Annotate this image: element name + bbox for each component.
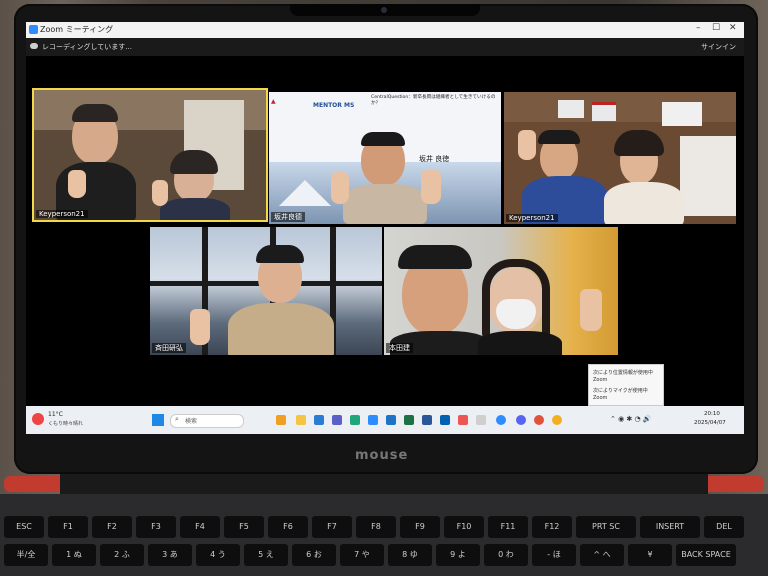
- participant-name: Keyperson21: [506, 214, 558, 222]
- keyboard-key[interactable]: F2: [92, 516, 132, 538]
- keyboard-key[interactable]: 2 ふ: [100, 544, 144, 566]
- zoom-icon[interactable]: [496, 415, 506, 425]
- participant-name: 斉田研弘: [152, 343, 186, 353]
- keyboard-key[interactable]: F12: [532, 516, 572, 538]
- weather-desc: くもり時々晴れ: [48, 421, 84, 427]
- webcam-lens: [381, 7, 387, 13]
- zoom-taskbar-icon[interactable]: [368, 415, 378, 425]
- search-icon: ⌕: [175, 415, 179, 423]
- keyboard-key[interactable]: F8: [356, 516, 396, 538]
- keyboard-key[interactable]: F3: [136, 516, 176, 538]
- keyboard-key[interactable]: F7: [312, 516, 352, 538]
- keyboard-key[interactable]: 7 や: [340, 544, 384, 566]
- keyboard-key[interactable]: 5 え: [244, 544, 288, 566]
- slide-logo-text: MENTOR MS: [313, 102, 355, 109]
- wall-flag: [592, 102, 616, 121]
- video-tile[interactable]: Keyperson21: [504, 92, 736, 224]
- keyboard-key[interactable]: DEL: [704, 516, 744, 538]
- keyboard-key[interactable]: F6: [268, 516, 308, 538]
- clock-date: 2025/04/07: [694, 420, 726, 426]
- weather-temp: 11°C: [48, 411, 63, 418]
- laptop-hinge: [60, 474, 708, 496]
- zoom-title-bar: Zoom ミーティング – ☐ ✕: [26, 22, 744, 38]
- video-tile[interactable]: Keyperson21: [32, 88, 268, 222]
- chrome-icon[interactable]: [552, 415, 562, 425]
- app-icon[interactable]: [534, 415, 544, 425]
- keyboard-key[interactable]: PRT SC: [576, 516, 636, 538]
- participant-name: 本田建: [386, 343, 413, 353]
- keyboard-key[interactable]: 9 よ: [436, 544, 480, 566]
- clock-time: 20:10: [704, 411, 720, 417]
- keyboard-key[interactable]: F1: [48, 516, 88, 538]
- keyboard-key[interactable]: ESC: [4, 516, 44, 538]
- privacy-notification[interactable]: 次により位置情報が使用中 Zoom 次によりマイクが使用中 Zoom: [588, 364, 664, 406]
- keyboard-key[interactable]: F4: [180, 516, 220, 538]
- word-icon[interactable]: [422, 415, 432, 425]
- keyboard-key[interactable]: F11: [488, 516, 528, 538]
- keyboard-key[interactable]: F10: [444, 516, 484, 538]
- notification-app: Zoom: [593, 395, 608, 401]
- sign-in-link[interactable]: サインイン: [701, 42, 736, 52]
- cloud-record-icon: [30, 43, 38, 49]
- store-icon[interactable]: [440, 415, 450, 425]
- keyboard-key[interactable]: 半/全: [4, 544, 48, 566]
- wall-flag: [662, 102, 702, 126]
- keyboard-key[interactable]: - ほ: [532, 544, 576, 566]
- widgets-icon[interactable]: [276, 415, 286, 425]
- close-icon[interactable]: ✕: [729, 23, 737, 33]
- windows-start-icon[interactable]: [152, 414, 164, 426]
- slide-logo-mark: ▲: [271, 98, 276, 105]
- weather-icon[interactable]: [32, 413, 44, 425]
- keyboard-key[interactable]: 1 ぬ: [52, 544, 96, 566]
- laptop-brand-logo: mouse: [355, 448, 409, 463]
- recording-status: レコーディングしています...: [42, 43, 132, 51]
- wall-flag: [558, 100, 584, 118]
- keyboard-key[interactable]: BACK SPACE: [676, 544, 736, 566]
- notification-text: 次によりマイクが使用中: [593, 388, 648, 394]
- mail-icon[interactable]: [314, 415, 324, 425]
- video-tile[interactable]: 斉田研弘: [150, 227, 382, 355]
- maximize-icon[interactable]: ☐: [712, 23, 720, 33]
- slide-presenter-name: 坂井 良徳: [419, 155, 450, 163]
- keyboard-key[interactable]: 8 ゆ: [388, 544, 432, 566]
- search-placeholder: 検索: [185, 418, 198, 425]
- keyboard-key[interactable]: INSERT: [640, 516, 700, 538]
- keyboard: ESC F1 F2 F3 F4 F5 F6 F7 F8 F9 F10 F11 F12 PRT SC INSE…: [0, 516, 768, 576]
- keyboard-key[interactable]: 3 あ: [148, 544, 192, 566]
- keyboard-key[interactable]: F9: [400, 516, 440, 538]
- participant-name: Keyperson21: [36, 210, 88, 218]
- edge-icon[interactable]: [350, 415, 360, 425]
- minimize-icon[interactable]: –: [696, 23, 701, 33]
- teams-icon[interactable]: [332, 415, 342, 425]
- app-icon[interactable]: [476, 415, 486, 425]
- recording-bar: レコーディングしています... サインイン: [26, 38, 744, 56]
- search-box[interactable]: ⌕ 検索: [170, 414, 244, 428]
- keyboard-key[interactable]: F5: [224, 516, 264, 538]
- outlook-icon[interactable]: [386, 415, 396, 425]
- window-title: Zoom ミーティング: [40, 25, 114, 34]
- laptop-screen: Zoom ミーティング – ☐ ✕ レコーディングしています... サインイン …: [26, 22, 744, 434]
- zoom-app-icon: [29, 25, 38, 34]
- file-explorer-icon[interactable]: [296, 415, 306, 425]
- video-tile-shared-slide[interactable]: ▲ MENTOR MS CentralQuestion：新卒長岡は組織者として生…: [269, 92, 501, 224]
- notification-app: Zoom: [593, 377, 608, 383]
- notification-text: 次により位置情報が使用中: [593, 370, 653, 376]
- keyboard-key[interactable]: ¥: [628, 544, 672, 566]
- app-icon[interactable]: [458, 415, 468, 425]
- slide-heading: CentralQuestion：新卒長岡は組織者として生きていけるのか？: [371, 95, 496, 106]
- excel-icon[interactable]: [404, 415, 414, 425]
- keyboard-key[interactable]: 6 お: [292, 544, 336, 566]
- system-tray-icons[interactable]: ⌃ ◉ ✱ ◔ 🔊: [610, 415, 652, 423]
- keyboard-key[interactable]: 4 う: [196, 544, 240, 566]
- video-tile[interactable]: 本田建: [384, 227, 618, 355]
- participant-name: 坂井良德: [271, 212, 305, 222]
- keyboard-key[interactable]: ^ へ: [580, 544, 624, 566]
- windows-taskbar: 11°C くもり時々晴れ ⌕ 検索 ⌃ ◉ ✱ ◔ 🔊 20:10 2025/0…: [26, 406, 744, 434]
- app-icon[interactable]: [516, 415, 526, 425]
- keyboard-key[interactable]: 0 わ: [484, 544, 528, 566]
